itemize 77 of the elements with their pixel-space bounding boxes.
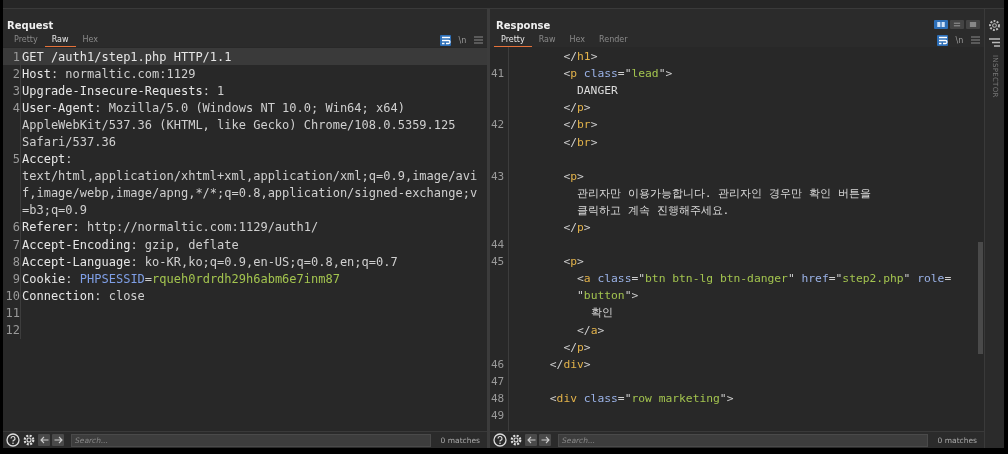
- next-button[interactable]: [52, 434, 64, 446]
- code-line: f,image/webp,image/apng,*/*;q=0.8,application/signed-exchange;v: [21, 186, 478, 201]
- line-number: 9: [12, 271, 20, 286]
- code-line: AppleWebKit/537.36 (KHTML, like Gecko) Chrome/108.0.5359.125: [21, 117, 456, 132]
- layout-button[interactable]: [934, 19, 948, 29]
- tab[interactable]: Render: [592, 33, 635, 47]
- code-line: 클릭하고 계속 진행해주세요.: [576, 202, 730, 218]
- line-number: 41: [491, 67, 505, 81]
- help-icon[interactable]: [493, 433, 507, 447]
- code-line: Referer: http://normaltic.com:1129/auth1/: [21, 220, 319, 235]
- line-number: 1: [12, 49, 20, 64]
- line-number: 10: [5, 288, 20, 303]
- code-line: text/html,application/xhtml+xml,application/xml;q=0.9,image/avi: [21, 169, 478, 184]
- code-line: </h1>: [562, 50, 598, 64]
- code-line: <p>: [562, 169, 584, 183]
- tab[interactable]: Pretty: [7, 33, 45, 47]
- tab[interactable]: Hex: [75, 33, 106, 47]
- newline-toggle[interactable]: \n: [457, 34, 468, 46]
- code-line: <div class="row marketing">: [548, 391, 734, 405]
- line-number: 42: [491, 118, 505, 132]
- code-line: <p class="lead">: [562, 67, 673, 81]
- settings-icon[interactable]: [988, 19, 1001, 32]
- scrollbar[interactable]: [978, 242, 983, 354]
- wrap-lines-icon[interactable]: [440, 34, 451, 46]
- line-number: 7: [12, 237, 20, 252]
- line-number: 46: [491, 357, 505, 371]
- line-number: 3: [12, 83, 20, 98]
- line-number: 4: [12, 100, 20, 115]
- code-line: Upgrade-Insecure-Requests: 1: [21, 83, 225, 98]
- code-line: Host: normaltic.com:1129: [21, 66, 196, 81]
- code-line: </br>: [562, 135, 598, 149]
- lines-icon[interactable]: [989, 38, 1000, 47]
- line-number: 2: [12, 66, 20, 81]
- code-line: Accept-Language: ko-KR,ko;q=0.9,en-US;q=0.8,en;q=0.7: [21, 254, 398, 269]
- code-line: 확인: [589, 305, 613, 321]
- tab[interactable]: Raw: [531, 33, 563, 47]
- settings-icon[interactable]: [22, 433, 36, 447]
- code-line: User-Agent: Mozilla/5.0 (Windows NT 10.0; Win64; x64): [21, 100, 405, 115]
- line-number: 8: [12, 254, 20, 269]
- newline-toggle[interactable]: \n: [954, 34, 965, 46]
- line-number: 48: [491, 391, 505, 405]
- tab[interactable]: Hex: [562, 33, 593, 47]
- code-line: </p>: [562, 221, 591, 234]
- code-line: </p>: [562, 101, 591, 115]
- line-number: 43: [491, 169, 505, 183]
- line-number: 47: [491, 374, 505, 388]
- code-line: </br>: [562, 118, 598, 132]
- code-line: Accept:: [21, 152, 73, 167]
- code-line: <p>: [562, 255, 584, 269]
- code-line: Accept-Encoding: gzip, deflate: [21, 237, 239, 252]
- line-number: 44: [491, 238, 505, 252]
- code-line: GET /auth1/step1.php HTTP/1.1: [21, 49, 232, 64]
- code-line: Cookie: PHPSESSID=rqueh0rdrdh29h6abm6e7inm87: [21, 271, 340, 286]
- line-number: 5: [12, 152, 20, 167]
- next-button[interactable]: [539, 434, 551, 446]
- code-line: =b3;q=0.9: [21, 203, 88, 218]
- line-number: 11: [5, 305, 20, 320]
- code-line: </p>: [562, 340, 591, 354]
- line-number: 45: [491, 255, 505, 269]
- code-line: Safari/537.36: [21, 135, 116, 149]
- line-number: 49: [491, 409, 505, 422]
- pane-title: Response: [495, 20, 551, 33]
- previous-button[interactable]: [38, 434, 50, 446]
- pane-title: Request: [7, 20, 54, 33]
- line-number: 6: [12, 220, 20, 235]
- previous-button[interactable]: [525, 434, 537, 446]
- code-line: <a class="btn btn-lg btn-danger" href="step2.php" role=: [576, 272, 952, 286]
- code-line: </a>: [576, 323, 605, 337]
- line-number: 12: [5, 323, 20, 338]
- code-line: DANGER: [576, 84, 618, 98]
- code-line: "button">: [576, 289, 639, 303]
- settings-icon[interactable]: [509, 433, 523, 447]
- code-line: </div>: [548, 357, 591, 371]
- code-line: Connection: close: [21, 288, 145, 303]
- wrap-lines-icon[interactable]: [937, 34, 948, 46]
- help-icon[interactable]: [6, 433, 20, 447]
- code-line: 관리자만 이용가능합니다. 관리자인 경우만 확인 버튼을: [576, 185, 871, 201]
